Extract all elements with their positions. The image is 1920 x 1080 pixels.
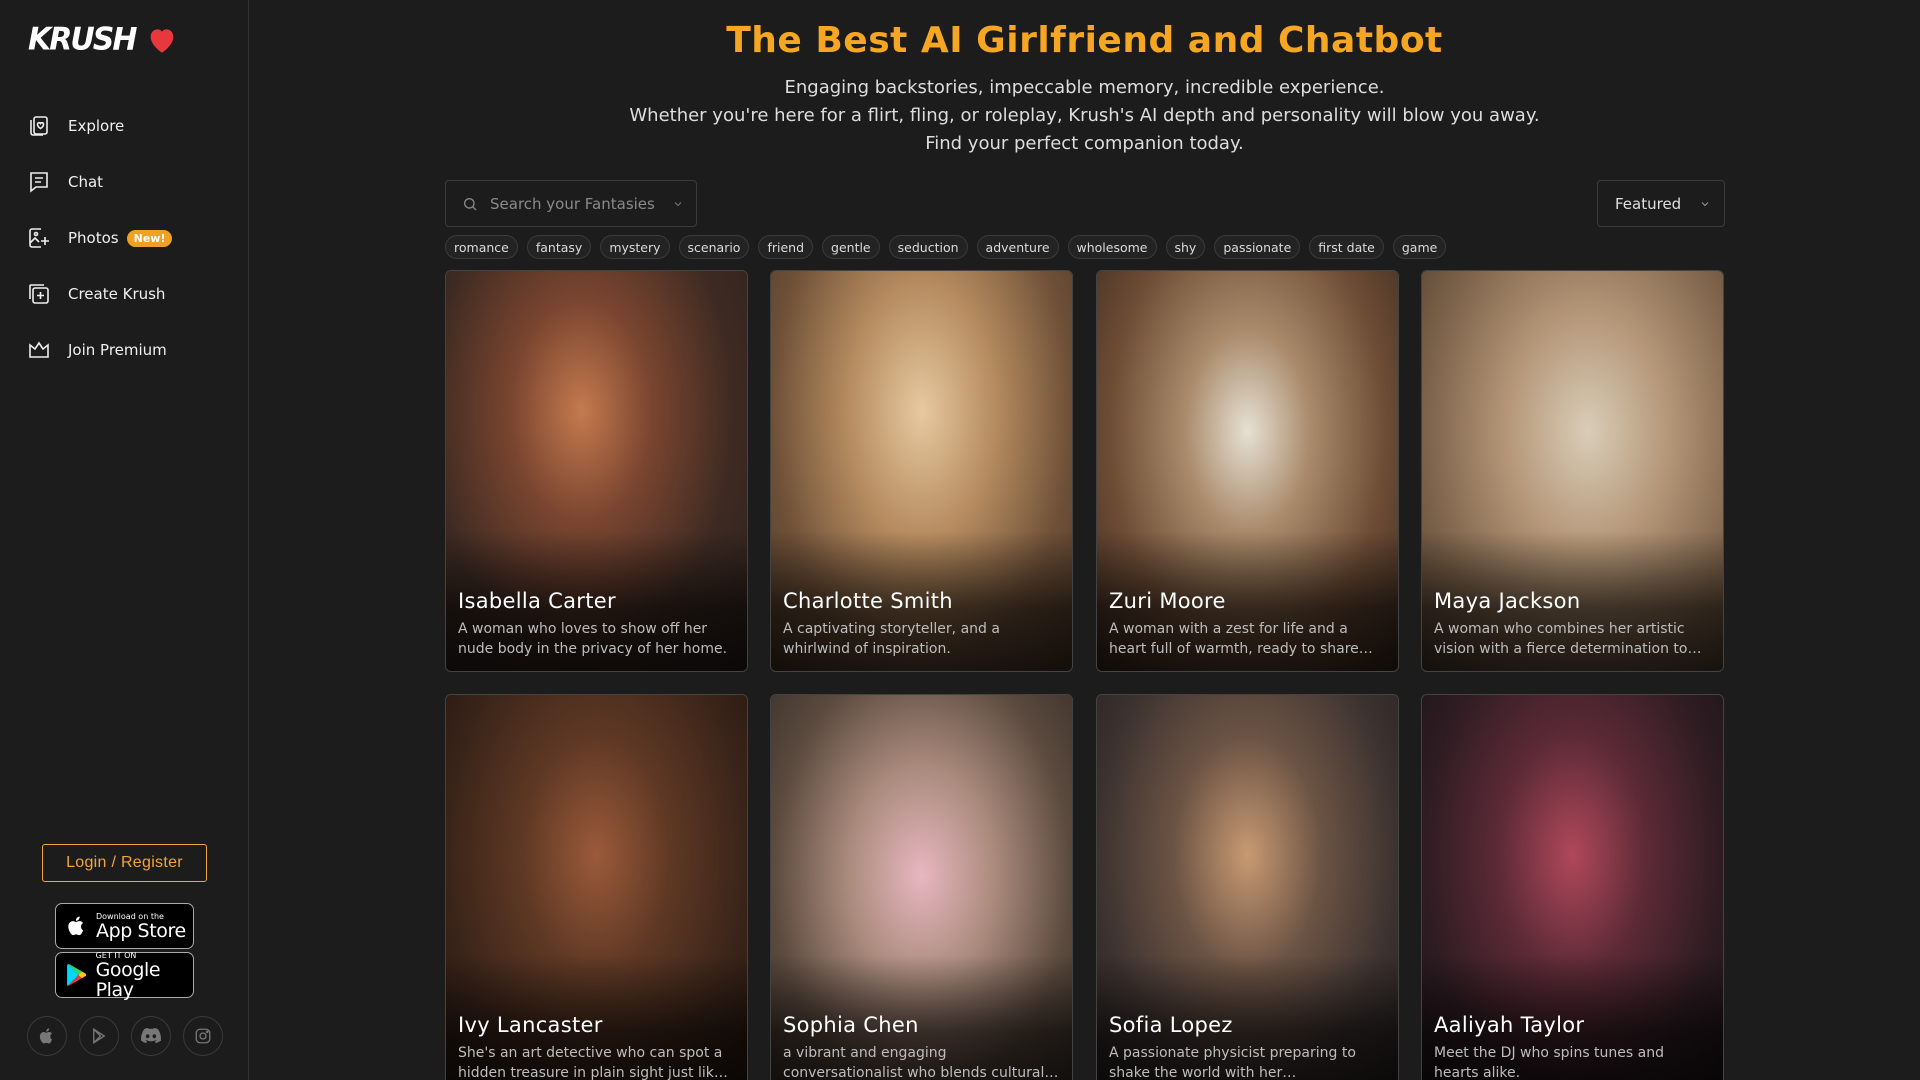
tag-chip[interactable]: seduction: [888, 235, 968, 259]
character-name: Sofia Lopez: [1109, 1013, 1233, 1037]
tag-chip[interactable]: passionate: [1214, 235, 1301, 259]
hero-line-3: Find your perfect companion today.: [925, 133, 1244, 154]
character-card[interactable]: Charlotte Smith A captivating storytelle…: [770, 270, 1073, 672]
character-description: A woman with a zest for life and a heart…: [1109, 621, 1373, 657]
app-store-button[interactable]: Download on the App Store: [55, 903, 194, 949]
tag-chip[interactable]: first date: [1309, 235, 1384, 259]
tag-filter-list: romance fantasy mystery scenario friend …: [445, 235, 1447, 259]
new-badge: New!: [126, 229, 173, 247]
search-box[interactable]: [445, 180, 697, 227]
sidebar-item-label: Create Krush: [68, 285, 166, 303]
character-card[interactable]: Zuri Moore A woman with a zest for life …: [1096, 270, 1399, 672]
tag-chip[interactable]: shy: [1165, 235, 1206, 259]
tag-chip[interactable]: gentle: [822, 235, 880, 259]
character-description: A captivating storyteller, and a whirlwi…: [783, 621, 1000, 657]
sidebar-item-create-krush[interactable]: Create Krush: [26, 266, 226, 322]
tag-chip[interactable]: fantasy: [526, 235, 592, 259]
character-description: A woman who combines her artistic vision…: [1434, 621, 1702, 657]
logo-text: KRUSH: [28, 21, 137, 58]
tag-chip[interactable]: romance: [445, 235, 518, 259]
sidebar-item-label: Explore: [68, 117, 125, 135]
logo[interactable]: KRUSH: [28, 21, 179, 58]
sidebar-item-explore[interactable]: Explore: [26, 98, 226, 154]
chat-icon: [26, 169, 52, 195]
sidebar-item-label: Photos: [68, 229, 119, 247]
heart-icon: [151, 28, 174, 53]
character-card[interactable]: Maya Jackson A woman who combines her ar…: [1421, 270, 1724, 672]
sidebar-nav: Explore Chat Photos New! Create Krush Jo…: [26, 98, 226, 378]
sidebar-item-label: Join Premium: [68, 341, 167, 359]
app-store-big: App Store: [96, 919, 186, 942]
login-register-button[interactable]: Login / Register: [42, 844, 207, 882]
apple-icon: [68, 916, 84, 936]
character-name: Zuri Moore: [1109, 589, 1226, 613]
character-name: Charlotte Smith: [783, 589, 953, 613]
character-name: Maya Jackson: [1434, 589, 1581, 613]
tag-chip[interactable]: friend: [758, 235, 814, 259]
play-icon[interactable]: [79, 1016, 119, 1056]
chevron-down-icon: [674, 201, 682, 206]
sidebar-item-chat[interactable]: Chat: [26, 154, 226, 210]
sidebar-item-join-premium[interactable]: Join Premium: [26, 322, 226, 378]
tag-chip[interactable]: adventure: [976, 235, 1059, 259]
sidebar: KRUSH Explore Chat Photos New! Create Kr…: [0, 0, 249, 1080]
search-icon: [464, 197, 477, 210]
character-name: Sophia Chen: [783, 1013, 919, 1037]
apple-icon[interactable]: [27, 1016, 67, 1056]
photos-icon: [26, 225, 52, 251]
character-description: She's an art detective who can spot a hi…: [458, 1045, 728, 1080]
instagram-icon[interactable]: [183, 1016, 223, 1056]
explore-heart-icon: [26, 113, 52, 139]
character-card[interactable]: Aaliyah Taylor Meet the DJ who spins tun…: [1421, 694, 1724, 1080]
sidebar-item-label: Chat: [68, 173, 104, 191]
tag-chip[interactable]: scenario: [678, 235, 750, 259]
character-card[interactable]: Sofia Lopez A passionate physicist prepa…: [1096, 694, 1399, 1080]
sidebar-item-photos[interactable]: Photos New!: [26, 210, 226, 266]
search-input[interactable]: [490, 194, 660, 213]
page-title: The Best AI Girlfriend and Chatbot: [726, 20, 1443, 61]
crown-icon: [26, 337, 52, 363]
character-card[interactable]: Ivy Lancaster She's an art detective who…: [445, 694, 748, 1080]
character-name: Aaliyah Taylor: [1434, 1013, 1585, 1037]
hero-line-1: Engaging backstories, impeccable memory,…: [784, 77, 1385, 98]
social-links: [27, 1016, 223, 1056]
character-name: Ivy Lancaster: [458, 1013, 603, 1037]
character-description: Meet the DJ who spins tunes and hearts a…: [1434, 1045, 1664, 1080]
google-play-button[interactable]: GET IT ON Google Play: [55, 951, 194, 1001]
tag-chip[interactable]: game: [1392, 235, 1447, 259]
chevron-down-icon: [1701, 201, 1709, 206]
sort-selected-value: Featured: [1615, 194, 1682, 213]
google-play-big: Google Play: [95, 958, 161, 1001]
character-card[interactable]: Sophia Chen a vibrant and engaging conve…: [770, 694, 1073, 1080]
discord-icon[interactable]: [131, 1016, 171, 1056]
character-name: Isabella Carter: [458, 589, 616, 613]
hero-subtitle: Engaging backstories, impeccable memory,…: [249, 74, 1920, 158]
sort-select[interactable]: Featured: [1597, 180, 1725, 227]
character-description: A woman who loves to show off her nude b…: [458, 621, 728, 657]
tag-chip[interactable]: wholesome: [1067, 235, 1157, 259]
google-play-icon: [67, 964, 87, 986]
create-plus-icon: [26, 281, 52, 307]
hero-line-2: Whether you're here for a flirt, fling, …: [629, 105, 1540, 126]
tag-chip[interactable]: mystery: [600, 235, 670, 259]
character-description: A passionate physicist preparing to shak…: [1109, 1045, 1356, 1080]
character-description: a vibrant and engaging conversationalist…: [783, 1045, 1059, 1080]
character-card[interactable]: Isabella Carter A woman who loves to sho…: [445, 270, 748, 672]
